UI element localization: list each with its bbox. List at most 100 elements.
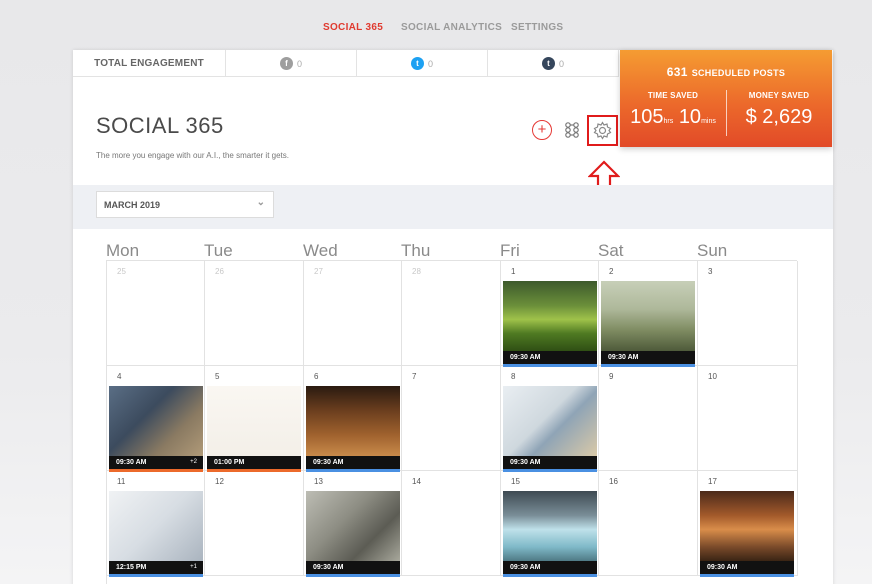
day-number: 11 bbox=[117, 477, 126, 486]
post-time-bar: 09:30 AM bbox=[306, 561, 400, 574]
day-number: 26 bbox=[215, 267, 224, 276]
post-time: 09:30 AM bbox=[116, 459, 147, 466]
calendar-day-cell[interactable]: 17 09:30 AM bbox=[698, 471, 798, 577]
minutes-value: 10 bbox=[678, 106, 702, 128]
calendar-day-cell[interactable]: 27 bbox=[304, 261, 402, 366]
post-accent-bar bbox=[306, 574, 400, 577]
calendar-day-cell[interactable]: 12 bbox=[205, 471, 304, 576]
scheduled-post[interactable]: 09:30 AM bbox=[306, 491, 400, 577]
post-time-bar: 09:30 AM bbox=[306, 456, 400, 469]
day-number: 14 bbox=[412, 477, 421, 486]
day-number: 4 bbox=[117, 372, 122, 381]
calendar-day-cell[interactable]: 13 09:30 AM bbox=[304, 471, 402, 577]
day-number: 12 bbox=[215, 477, 224, 486]
post-thumbnail bbox=[503, 491, 597, 561]
calendar-day-cell[interactable]: 9 bbox=[599, 366, 698, 471]
calendar-day-cell[interactable]: 14 bbox=[402, 471, 501, 576]
post-thumbnail bbox=[503, 386, 597, 456]
scheduled-post[interactable]: 09:30 AM bbox=[503, 491, 597, 577]
scheduled-post[interactable]: 09:30 AM bbox=[503, 281, 597, 367]
nav-social-analytics[interactable]: SOCIAL ANALYTICS bbox=[401, 22, 502, 33]
calendar-day-cell[interactable]: 25 bbox=[107, 261, 205, 366]
calendar-day-cell[interactable]: 4 09:30 AM +2 bbox=[107, 366, 205, 472]
page-subtitle: The more you engage with our A.I., the s… bbox=[96, 151, 289, 160]
scheduled-post[interactable]: 01:00 PM bbox=[207, 386, 301, 472]
day-number: 9 bbox=[609, 372, 614, 381]
post-time-bar: 09:30 AM bbox=[503, 456, 597, 469]
day-number: 27 bbox=[314, 267, 323, 276]
tumblr-count: 0 bbox=[558, 58, 564, 69]
time-saved-value: 105hrs 10mins bbox=[620, 106, 726, 129]
calendar-day-cell[interactable]: 28 bbox=[402, 261, 501, 366]
weekday-wed: Wed bbox=[303, 241, 338, 260]
calendar-day-cell[interactable]: 2 09:30 AM bbox=[599, 261, 698, 367]
page-title: SOCIAL 365 bbox=[96, 113, 224, 138]
post-time-bar: 09:30 AM bbox=[503, 561, 597, 574]
scheduled-post[interactable]: 09:30 AM bbox=[306, 386, 400, 472]
scheduled-post[interactable]: 09:30 AM bbox=[601, 281, 695, 367]
day-number: 16 bbox=[609, 477, 618, 486]
post-time: 09:30 AM bbox=[510, 354, 541, 361]
engagement-bar: TOTAL ENGAGEMENT f 0 t 0 t 0 bbox=[73, 50, 619, 77]
post-time: 09:30 AM bbox=[313, 459, 344, 466]
settings-highlight[interactable] bbox=[587, 115, 618, 146]
month-select[interactable]: MARCH 2019 ⌄ bbox=[96, 191, 274, 218]
calendar-day-cell[interactable]: 1 09:30 AM bbox=[501, 261, 599, 367]
twitter-count: 0 bbox=[427, 58, 433, 69]
nav-settings[interactable]: SETTINGS bbox=[511, 22, 563, 33]
post-time: 09:30 AM bbox=[707, 564, 738, 571]
calendar-day-cell[interactable]: 6 09:30 AM bbox=[304, 366, 402, 472]
calendar-day-cell[interactable]: 15 09:30 AM bbox=[501, 471, 599, 577]
scheduled-post[interactable]: 09:30 AM bbox=[700, 491, 794, 577]
day-number: 3 bbox=[708, 267, 713, 276]
post-thumbnail bbox=[207, 386, 301, 456]
day-number: 13 bbox=[314, 477, 323, 486]
post-time-bar: 01:00 PM bbox=[207, 456, 301, 469]
scheduled-post[interactable]: 12:15 PM +1 bbox=[109, 491, 203, 577]
money-saved-label: MONEY SAVED bbox=[748, 91, 810, 100]
post-time: 09:30 AM bbox=[313, 564, 344, 571]
minutes-unit: mins bbox=[701, 118, 716, 125]
twitter-engagement[interactable]: t 0 bbox=[357, 50, 488, 77]
filter-strip: MARCH 2019 ⌄ bbox=[73, 185, 833, 229]
scheduled-post[interactable]: 09:30 AM bbox=[503, 386, 597, 472]
calendar-day-cell[interactable]: 26 bbox=[205, 261, 304, 366]
gear-icon bbox=[593, 121, 612, 140]
facebook-icon: f bbox=[279, 57, 293, 70]
nav-social-365[interactable]: SOCIAL 365 bbox=[323, 22, 383, 33]
calendar-day-cell[interactable]: 10 bbox=[698, 366, 798, 471]
post-accent-bar bbox=[109, 574, 203, 577]
scheduled-post[interactable]: 09:30 AM +2 bbox=[109, 386, 203, 472]
twitter-icon: t bbox=[410, 57, 424, 70]
post-time: 09:30 AM bbox=[510, 459, 541, 466]
facebook-engagement[interactable]: f 0 bbox=[226, 50, 357, 77]
post-extra-count[interactable]: +2 bbox=[190, 456, 197, 469]
calendar-day-cell[interactable]: 7 bbox=[402, 366, 501, 471]
post-extra-count[interactable]: +1 bbox=[190, 561, 197, 574]
post-thumbnail bbox=[700, 491, 794, 561]
tumblr-engagement[interactable]: t 0 bbox=[488, 50, 619, 77]
weekday-mon: Mon bbox=[106, 241, 140, 260]
weekday-sun: Sun bbox=[697, 241, 728, 260]
time-saved-label: TIME SAVED bbox=[647, 91, 699, 100]
day-number: 10 bbox=[708, 372, 717, 381]
post-thumbnail bbox=[503, 281, 597, 351]
post-accent-bar bbox=[503, 574, 597, 577]
chevron-down-icon: ⌄ bbox=[256, 197, 265, 208]
calendar-day-cell[interactable]: 11 12:15 PM +1 bbox=[107, 471, 205, 577]
weekday-sat: Sat bbox=[598, 241, 624, 260]
calendar-day-cell[interactable]: 3 bbox=[698, 261, 798, 366]
post-time-bar: 12:15 PM +1 bbox=[109, 561, 203, 574]
post-time: 09:30 AM bbox=[608, 354, 639, 361]
month-select-value: MARCH 2019 bbox=[104, 199, 161, 210]
time-saved: TIME SAVED 105hrs 10mins bbox=[620, 91, 726, 129]
day-number: 2 bbox=[609, 267, 614, 276]
calendar-day-cell[interactable]: 16 bbox=[599, 471, 698, 576]
post-thumbnail bbox=[601, 281, 695, 351]
post-thumbnail bbox=[109, 386, 203, 456]
calendar-day-cell[interactable]: 8 09:30 AM bbox=[501, 366, 599, 472]
network-icon[interactable] bbox=[562, 120, 582, 140]
add-post-button[interactable]: + bbox=[532, 120, 552, 140]
scheduled-posts-summary: 631 SCHEDULED POSTS bbox=[620, 65, 832, 79]
calendar-day-cell[interactable]: 5 01:00 PM bbox=[205, 366, 304, 472]
